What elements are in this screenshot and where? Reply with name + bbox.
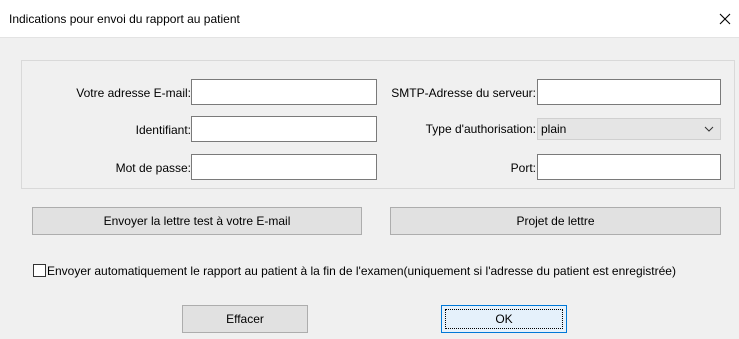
identifier-label: Identifiant:	[135, 123, 191, 137]
email-field[interactable]	[191, 79, 377, 105]
password-field[interactable]	[191, 154, 377, 180]
email-report-dialog: Indications pour envoi du rapport au pat…	[0, 0, 739, 339]
auto-send-label[interactable]: Envoyer automatiquement le rapport au pa…	[47, 264, 676, 278]
window-title: Indications pour envoi du rapport au pat…	[9, 12, 240, 26]
auth-type-label: Type d'authorisation:	[425, 122, 536, 136]
smtp-server-field[interactable]	[537, 79, 721, 105]
clear-button[interactable]: Effacer	[182, 305, 308, 333]
close-icon	[719, 13, 731, 25]
send-test-letter-label: Envoyer la lettre test à votre E-mail	[103, 214, 291, 228]
port-label: Port:	[510, 161, 536, 175]
letter-draft-button[interactable]: Projet de lettre	[390, 207, 721, 235]
email-label: Votre adresse E-mail:	[76, 86, 191, 100]
send-test-letter-button[interactable]: Envoyer la lettre test à votre E-mail	[32, 207, 362, 235]
identifier-field[interactable]	[191, 116, 377, 142]
clear-label: Effacer	[226, 312, 264, 326]
title-bar: Indications pour envoi du rapport au pat…	[0, 0, 739, 38]
ok-button[interactable]: OK	[441, 305, 567, 333]
letter-draft-label: Projet de lettre	[516, 214, 595, 228]
ok-label: OK	[495, 312, 513, 326]
auto-send-checkbox[interactable]	[33, 264, 46, 277]
port-field[interactable]	[537, 154, 721, 180]
smtp-server-label: SMTP-Adresse du serveur:	[391, 86, 536, 100]
auth-type-select[interactable]: plain	[537, 118, 721, 140]
close-button[interactable]	[713, 0, 739, 38]
password-label: Mot de passe:	[115, 161, 191, 175]
auth-type-value: plain	[541, 122, 567, 136]
chevron-down-icon	[704, 126, 714, 132]
